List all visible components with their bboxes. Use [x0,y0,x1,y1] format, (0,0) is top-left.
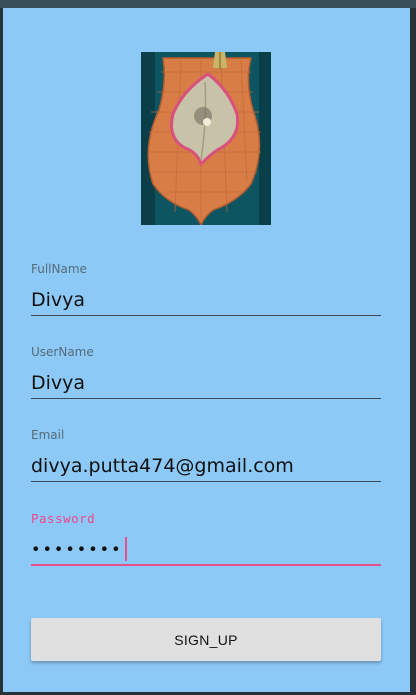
text-cursor [124,537,127,561]
sign-up-button[interactable]: SIGN_UP [31,618,381,661]
username-label: UserName [31,345,94,359]
fullname-input[interactable]: Divya [31,289,381,311]
fullname-underline [31,315,381,316]
leaf-plaque-image [141,52,271,225]
status-bar [0,0,416,8]
password-input[interactable]: •••••••• [31,537,381,561]
username-input[interactable]: Divya [31,372,381,394]
email-underline [31,481,381,482]
header-image [141,52,271,225]
email-label: Email [31,428,65,442]
password-label: Password [31,511,96,526]
signup-activity: FullName Divya UserName Divya Email divy… [3,8,410,692]
username-underline [31,398,381,399]
password-underline [31,564,381,566]
password-dots: •••••••• [31,539,123,559]
fullname-label: FullName [31,262,87,276]
email-input[interactable]: divya.putta474@gmail.com [31,455,381,477]
device-screen: FullName Divya UserName Divya Email divy… [0,0,416,695]
